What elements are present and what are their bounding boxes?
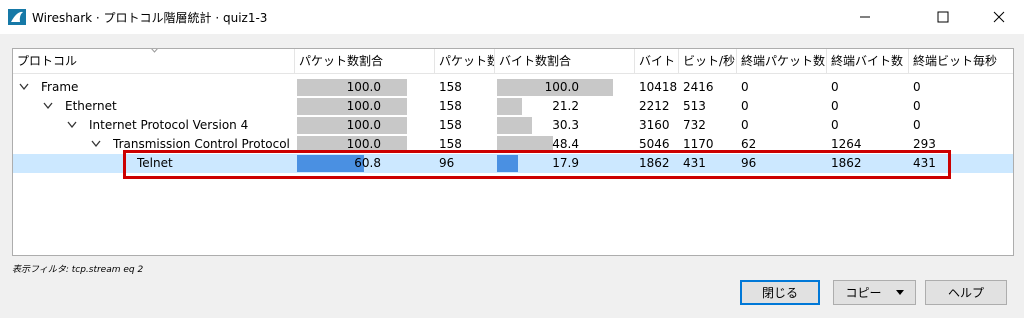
close-window-button[interactable] (976, 0, 1022, 34)
column-header-bits-per-second[interactable]: ビット/秒 (679, 49, 737, 73)
bps-value: 2416 (683, 80, 714, 94)
bps-value: 513 (683, 99, 706, 113)
minimize-icon (860, 16, 870, 18)
packets-value: 158 (439, 118, 462, 132)
close-icon (993, 11, 1005, 23)
protocol-name: Frame (41, 80, 79, 94)
close-button-label: 閉じる (761, 286, 798, 300)
packets-value: 158 (439, 99, 462, 113)
bytes-value: 3160 (639, 118, 670, 132)
wireshark-fin-icon (8, 9, 26, 25)
end-bps-value: 0 (913, 80, 921, 94)
protocol-name: Ethernet (65, 99, 117, 113)
copy-button[interactable]: コピー (833, 280, 916, 305)
byte-percent-value: 100.0 (544, 80, 579, 94)
byte-percent-value: 21.2 (552, 99, 579, 113)
packet-percent-value: 100.0 (346, 118, 381, 132)
end-packets-value: 0 (741, 80, 749, 94)
expand-chevron-icon[interactable] (19, 83, 29, 91)
column-header-packets[interactable]: パケット数 (435, 49, 495, 73)
table-row[interactable]: Internet Protocol Version 4 100.0 158 30.3 3… (13, 116, 1013, 135)
column-header-end-bps[interactable]: 終端ビット毎秒 (909, 49, 1013, 73)
help-button[interactable]: ヘルプ (925, 280, 1007, 305)
column-header-byte-percent[interactable]: バイト数割合 (495, 49, 635, 73)
bps-value: 732 (683, 118, 706, 132)
maximize-button[interactable] (920, 0, 966, 34)
column-header-row: プロトコル パケット数割合 パケット数 バイト数割合 バイト ビット/秒 終端パ… (13, 49, 1013, 74)
protocol-name: Internet Protocol Version 4 (89, 118, 249, 132)
close-button[interactable]: 閉じる (740, 280, 820, 305)
table-row[interactable]: Ethernet 100.0 158 21.2 2212 513 0 0 0 (13, 97, 1013, 116)
bytes-value: 2212 (639, 99, 670, 113)
end-bps-value: 0 (913, 99, 921, 113)
column-header-protocol[interactable]: プロトコル (13, 49, 295, 73)
dropdown-arrow-icon (895, 290, 904, 295)
help-button-label: ヘルプ (947, 286, 984, 300)
column-header-packet-percent[interactable]: パケット数割合 (295, 49, 435, 73)
title-bar: Wireshark · プロトコル階層統計 · quiz1-3 (0, 0, 1024, 34)
expand-chevron-icon[interactable] (67, 121, 77, 129)
maximize-icon (937, 11, 949, 23)
minimize-button[interactable] (842, 0, 888, 34)
end-packets-value: 0 (741, 99, 749, 113)
table-row[interactable]: Frame 100.0 158 100.0 10418 2416 0 0 0 (13, 78, 1013, 97)
column-header-bytes[interactable]: バイト (635, 49, 679, 73)
highlight-annotation-box (123, 150, 951, 179)
bytes-value: 10418 (639, 80, 678, 94)
end-bps-value: 0 (913, 118, 921, 132)
expand-chevron-icon[interactable] (91, 140, 101, 148)
window-title: Wireshark · プロトコル階層統計 · quiz1-3 (32, 11, 268, 25)
display-filter-label: 表示フィルタ: tcp.stream eq 2 (12, 265, 144, 275)
packet-percent-value: 100.0 (346, 99, 381, 113)
column-header-end-packets[interactable]: 終端パケット数 (737, 49, 827, 73)
packets-value: 158 (439, 80, 462, 94)
column-header-end-bytes[interactable]: 終端バイト数 (827, 49, 909, 73)
packet-percent-value: 100.0 (346, 80, 381, 94)
end-bytes-value: 0 (831, 118, 839, 132)
expand-chevron-icon[interactable] (43, 102, 53, 110)
byte-percent-value: 30.3 (552, 118, 579, 132)
copy-button-label: コピー (845, 286, 882, 300)
end-packets-value: 0 (741, 118, 749, 132)
end-bytes-value: 0 (831, 80, 839, 94)
end-bytes-value: 0 (831, 99, 839, 113)
